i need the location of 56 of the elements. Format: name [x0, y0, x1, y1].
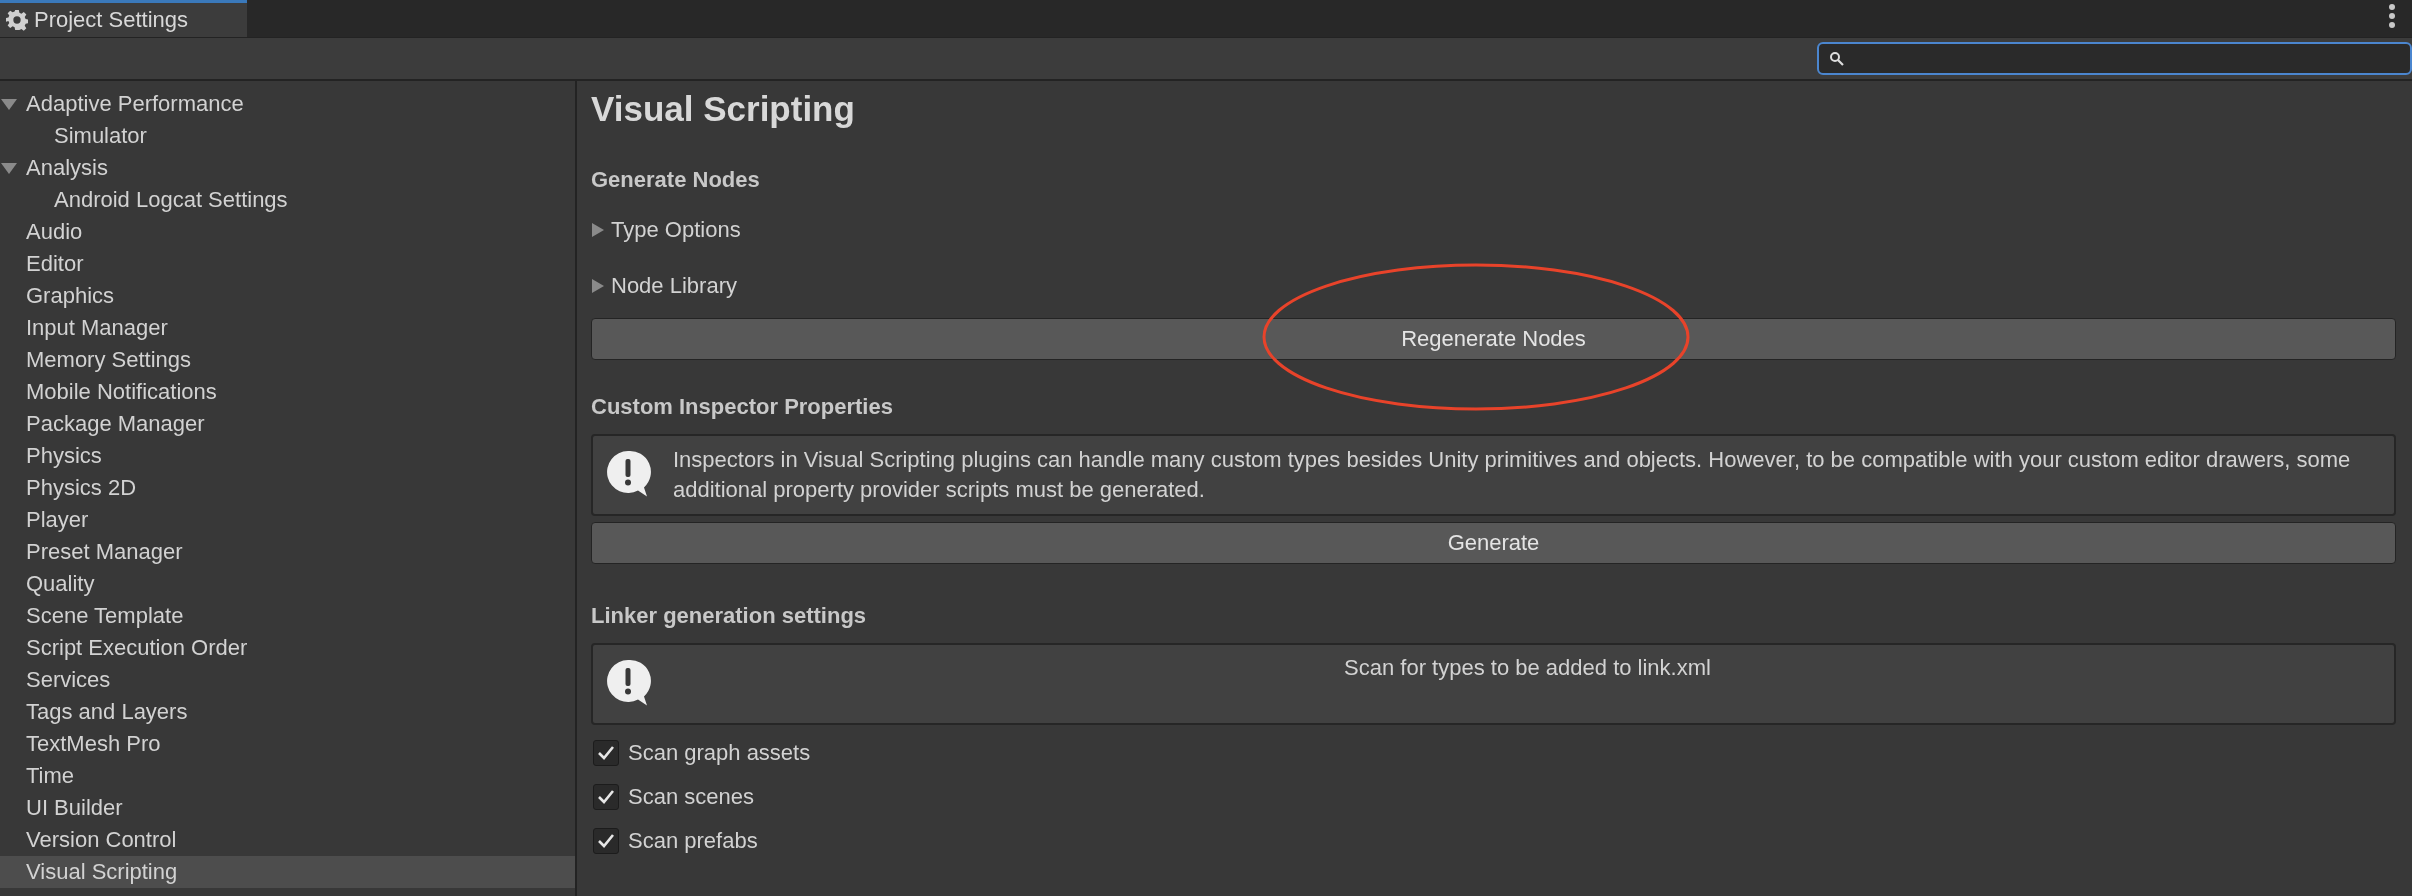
checkbox[interactable] — [593, 740, 619, 766]
settings-item[interactable]: Memory Settings — [0, 344, 575, 376]
page-title: Visual Scripting — [591, 88, 856, 130]
settings-item[interactable]: Graphics — [0, 280, 575, 312]
foldout[interactable]: Type Options — [591, 202, 2396, 258]
settings-item[interactable]: Preset Manager — [0, 536, 575, 568]
settings-item[interactable]: Analysis — [0, 152, 575, 184]
checkmark-icon — [597, 789, 615, 805]
foldout-label: Type Options — [611, 217, 741, 243]
expand-triangle-icon[interactable] — [0, 97, 18, 111]
window-tab[interactable]: Project Settings — [0, 0, 247, 37]
settings-item[interactable]: Physics — [0, 440, 575, 472]
foldout[interactable]: Node Library — [591, 258, 2396, 314]
settings-icon — [6, 9, 28, 31]
checkmark-icon — [597, 833, 615, 849]
help-text: Inspectors in Visual Scripting plugins can handle many custom types besides Unity primitives and objects. However, to be compatible with your custom editor drawers, some additional property provider scripts must be generated. — [673, 446, 2352, 504]
checkbox[interactable] — [593, 828, 619, 854]
settings-item[interactable]: Services — [0, 664, 575, 696]
checkbox-label: Scan scenes — [628, 784, 754, 810]
section-heading: Linker generation settings — [591, 602, 868, 630]
settings-item[interactable]: Package Manager — [0, 408, 575, 440]
settings-item[interactable]: TextMesh Pro — [0, 728, 575, 760]
checkbox[interactable] — [593, 784, 619, 810]
settings-item[interactable]: Mobile Notifications — [0, 376, 575, 408]
section-heading: Generate Nodes — [591, 166, 761, 194]
section-heading: Custom Inspector Properties — [591, 393, 894, 421]
settings-item[interactable]: UI Builder — [0, 792, 575, 824]
settings-item[interactable]: Simulator — [0, 120, 575, 152]
expand-triangle-icon[interactable] — [0, 161, 18, 175]
settings-item[interactable]: Script Execution Order — [0, 632, 575, 664]
settings-item[interactable]: Adaptive Performance — [0, 88, 575, 120]
search-icon — [1829, 50, 1845, 67]
settings-item[interactable]: Android Logcat Settings — [0, 184, 575, 216]
expand-triangle-icon[interactable] — [591, 278, 605, 294]
settings-item[interactable]: Time — [0, 760, 575, 792]
settings-item[interactable]: Version Control — [0, 824, 575, 856]
checkbox-label: Scan prefabs — [628, 828, 758, 854]
settings-item[interactable]: Editor — [0, 248, 575, 280]
window-title: Project Settings — [34, 7, 189, 33]
settings-item[interactable]: Physics 2D — [0, 472, 575, 504]
checkbox-label: Scan graph assets — [628, 740, 811, 766]
more-menu-icon[interactable] — [2388, 3, 2396, 29]
foldout-label: Node Library — [611, 273, 737, 299]
settings-item[interactable]: Input Manager — [0, 312, 575, 344]
checkmark-icon — [597, 745, 615, 761]
settings-item[interactable]: Quality — [0, 568, 575, 600]
settings-item[interactable]: Player — [0, 504, 575, 536]
expand-triangle-icon[interactable] — [591, 222, 605, 238]
action-button[interactable]: Regenerate Nodes — [591, 318, 2396, 360]
action-button[interactable]: Generate — [591, 522, 2396, 564]
settings-item[interactable]: Visual Scripting — [0, 856, 575, 888]
search-field[interactable] — [1817, 42, 2412, 75]
help-text: Scan for types to be added to link.xml — [1343, 654, 1712, 682]
settings-item[interactable]: Audio — [0, 216, 575, 248]
settings-item[interactable]: Tags and Layers — [0, 696, 575, 728]
settings-item[interactable]: Scene Template — [0, 600, 575, 632]
